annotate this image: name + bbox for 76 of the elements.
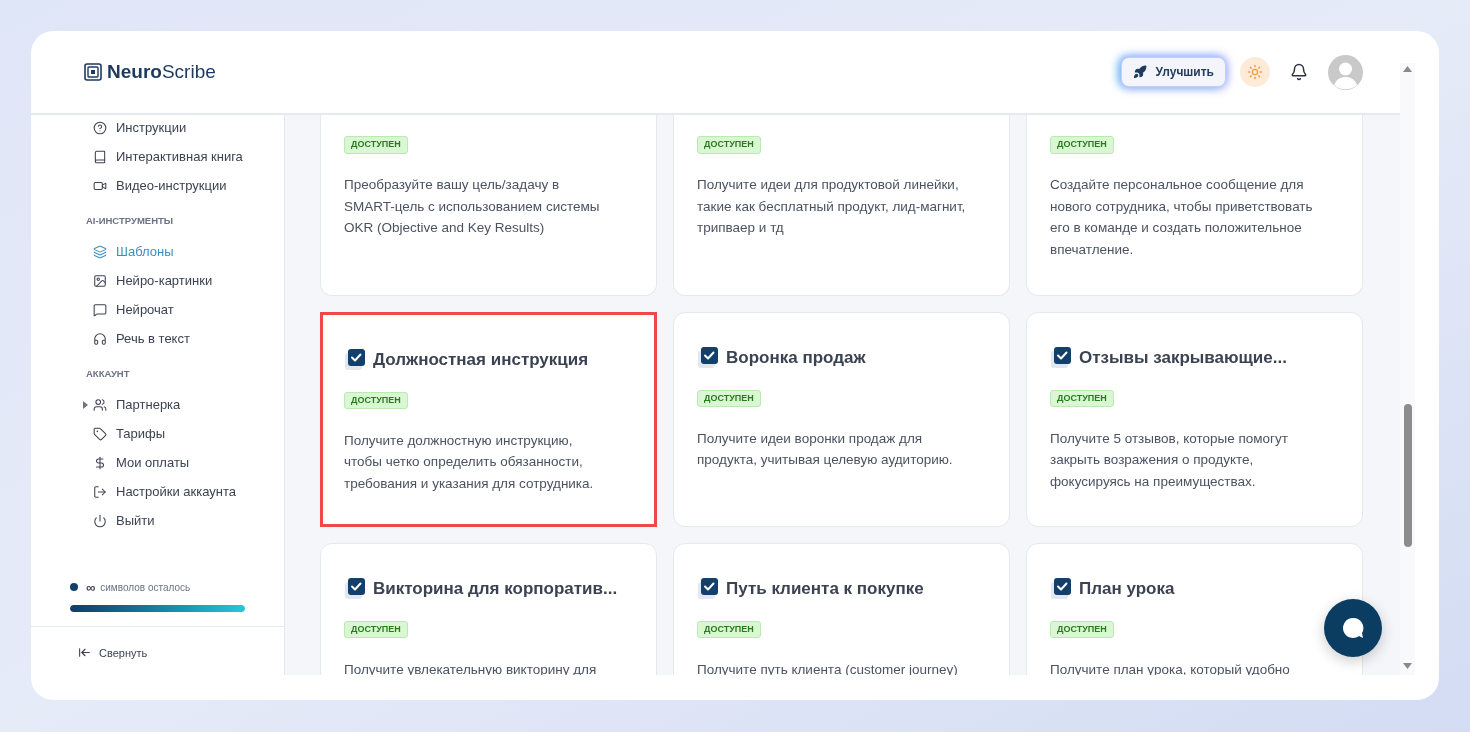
card-description: Получите должностную инструкцию, чтобы четко определить обязанности, требования и указания для сотрудника. (344, 431, 595, 493)
sidebar-item[interactable]: Инструкции (31, 115, 284, 142)
rocket-icon (1132, 65, 1147, 79)
tag-icon (93, 427, 107, 441)
card-description: Получите 5 отзывов, которые помогут закрыть возражения о продукте, фокусируясь на преимуществах. (1050, 429, 1289, 491)
status-badge: ДОСТУПЕН (697, 389, 761, 407)
dollar-icon (93, 456, 107, 470)
checkbox-icon (697, 576, 719, 601)
checkbox-icon (344, 347, 366, 372)
card-title: Должностная инструкция (373, 349, 589, 371)
chat-bubble-icon (93, 302, 107, 317)
chat-bubble-icon (1341, 616, 1365, 640)
status-badge: ДОСТУПЕН (1050, 620, 1114, 638)
logout-icon (93, 485, 107, 499)
card-title: План урока (1079, 578, 1175, 600)
card-title: Воронка продаж (726, 347, 866, 369)
headphones-icon (93, 331, 107, 346)
avatar[interactable] (1328, 54, 1363, 90)
credits-label: символов осталось (100, 580, 191, 595)
checkbox-icon (697, 345, 719, 370)
chat-button[interactable] (1324, 599, 1382, 657)
sidebar-item[interactable]: Нейро-картинки (31, 266, 284, 296)
checkbox-icon (344, 576, 366, 601)
status-badge: ДОСТУПЕН (344, 620, 408, 638)
scrollbar-thumb[interactable] (1403, 404, 1412, 547)
logo-icon (84, 63, 102, 81)
sidebar-item[interactable]: Мои оплаты (31, 448, 284, 478)
sidebar-item[interactable]: Шаблоны (31, 237, 284, 267)
template-card[interactable]: Должностная инструкция ДОСТУПЕН Получите должностную инструкцию, чтобы четко определить обязанности, требования и указания для сотрудника. (320, 312, 657, 527)
theme-toggle[interactable] (1240, 57, 1270, 87)
scroll-down-icon[interactable] (1403, 663, 1412, 669)
card-description: Создайте персональное сообщение для нового сотрудника, чтобы приветствовать его в команде и создать положительное впечатление. (1050, 176, 1314, 259)
help-icon (93, 120, 107, 135)
template-card[interactable]: ДОСТУПЕН Создайте персональное сообщение для нового сотрудника, чтобы приветствовать его в команде и создать положительное впечатление. (1026, 115, 1363, 296)
credits-count: ∞ (86, 580, 96, 594)
card-title: Викторина для корпоратив... (373, 578, 618, 600)
status-badge: ДОСТУПЕН (1050, 389, 1114, 407)
card-title: Отзывы закрывающие... (1079, 347, 1287, 369)
caret-icon[interactable] (83, 401, 88, 409)
status-badge: ДОСТУПЕН (697, 136, 761, 154)
template-card[interactable]: Отзывы закрывающие... ДОСТУПЕН Получите 5 отзывов, которые помогут закрыть возражения о продукте, фокусируясь на преимуществах. (1026, 312, 1363, 527)
status-badge: ДОСТУПЕН (1050, 136, 1114, 154)
card-description: Получите идеи для продуктовой линейки, такие как бесплатный продукт, лид-магнит, трипваер и тд (697, 176, 967, 237)
bell-icon (1290, 63, 1308, 81)
section-heading: АККАУНТ (85, 367, 131, 382)
template-card[interactable]: Воронка продаж ДОСТУПЕН Получите идеи воронки продаж для продукта, учитывая целевую аудиторию. (673, 312, 1010, 527)
layers-icon (93, 244, 107, 259)
checkbox-icon (1050, 576, 1072, 601)
card-description: Преобразуйте вашу цель/задачу в SMART-цель с использованием системы OKR (Objective and Key Results) (344, 176, 601, 237)
sidebar-item[interactable]: Нейрочат (31, 295, 284, 325)
upgrade-button[interactable]: Улучшить (1120, 57, 1226, 87)
power-icon (93, 514, 107, 528)
card-description: Получите идеи воронки продаж для продукта, учитывая целевую аудиторию. (697, 429, 954, 469)
collapse-button[interactable]: Свернуть (78, 644, 148, 661)
book-icon (93, 149, 107, 164)
template-card[interactable]: ДОСТУПЕН Получите идеи для продуктовой линейки, такие как бесплатный продукт, лид-магнит, трипваер и тд (673, 115, 1010, 296)
sidebar-item[interactable]: Выйти (31, 506, 284, 536)
sun-icon (1247, 64, 1263, 80)
sidebar-item[interactable]: Тарифы (31, 419, 284, 449)
brand-name[interactable]: NeuroScribe (107, 57, 216, 87)
sidebar-item[interactable]: Речь в текст (31, 324, 284, 354)
sidebar-item[interactable]: Партнерка (31, 390, 284, 420)
sidebar-item[interactable]: Интерактивная книга (31, 142, 284, 171)
sidebar-item[interactable]: Настройки аккаунта (31, 477, 284, 507)
card-title: Путь клиента к покупке (726, 578, 924, 600)
status-badge: ДОСТУПЕН (344, 391, 408, 409)
sidebar-item[interactable]: Видео-инструкции (31, 171, 284, 200)
users-icon (93, 398, 107, 412)
collapse-icon (78, 646, 91, 660)
checkbox-icon (1050, 345, 1072, 370)
section-heading: AI-ИНСТРУМЕНТЫ (85, 214, 175, 228)
status-badge: ДОСТУПЕН (344, 136, 408, 154)
template-card[interactable]: ДОСТУПЕН Преобразуйте вашу цель/задачу в SMART-цель с использованием системы OKR (Objective and Key Results) (320, 115, 657, 296)
image-icon (93, 273, 107, 288)
scroll-up-icon[interactable] (1403, 66, 1412, 72)
status-badge: ДОСТУПЕН (697, 620, 761, 638)
